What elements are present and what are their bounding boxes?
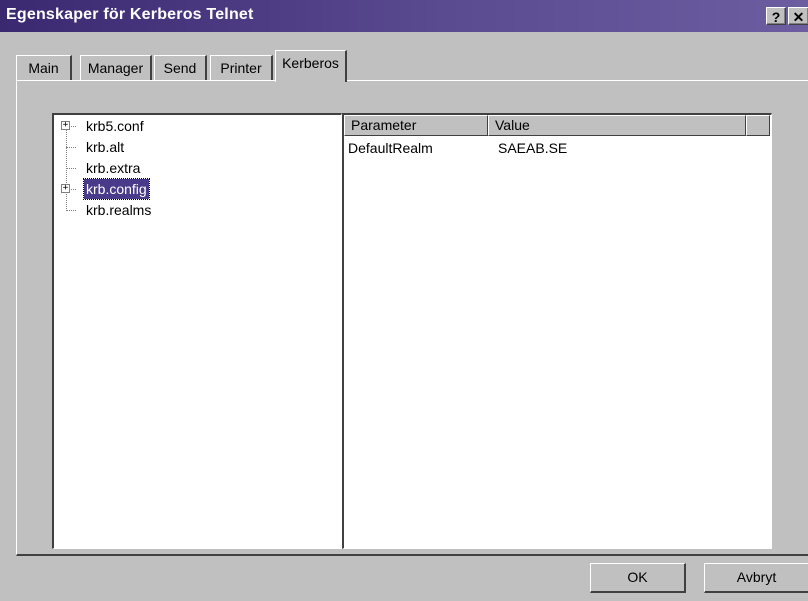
close-button[interactable]: ✕ [788, 7, 808, 25]
tab-send[interactable]: Send [154, 55, 207, 81]
cancel-button[interactable]: Avbryt [704, 563, 808, 593]
properties-dialog: Egenskaper för Kerberos Telnet ? ✕ Main … [0, 0, 808, 601]
tab-printer[interactable]: Printer [210, 55, 273, 81]
tab-main[interactable]: Main [16, 55, 72, 81]
title-bar[interactable]: Egenskaper för Kerberos Telnet ? ✕ [0, 0, 808, 32]
tab-panel [16, 80, 808, 556]
tab-manager[interactable]: Manager [80, 55, 152, 81]
tab-kerberos[interactable]: Kerberos [275, 50, 347, 82]
ok-button[interactable]: OK [590, 563, 686, 593]
window-title: Egenskaper för Kerberos Telnet [6, 6, 254, 23]
help-button[interactable]: ? [766, 7, 786, 25]
